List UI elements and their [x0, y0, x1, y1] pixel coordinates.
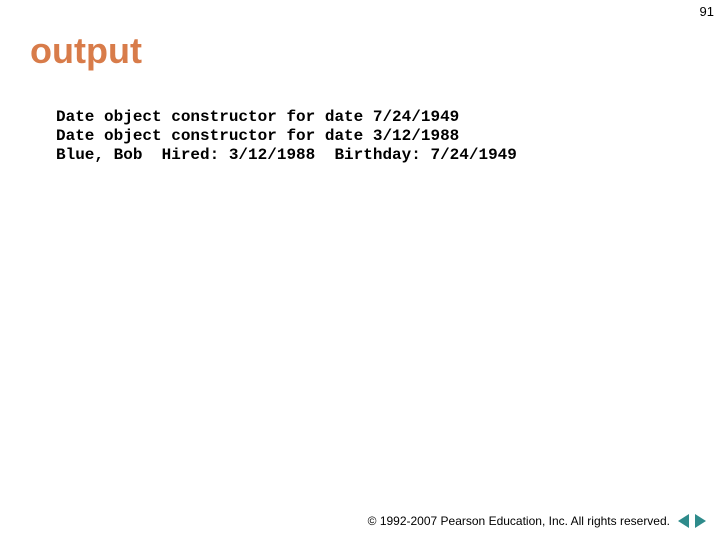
next-icon[interactable]: [695, 514, 706, 528]
code-line-3: Blue, Bob Hired: 3/12/1988 Birthday: 7/2…: [56, 146, 517, 164]
code-line-1: Date object constructor for date 7/24/19…: [56, 108, 459, 126]
nav-controls: [678, 514, 706, 528]
copyright-text: © 1992-2007 Pearson Education, Inc. All …: [368, 514, 670, 528]
output-text: Date object constructor for date 7/24/19…: [56, 108, 517, 165]
slide: 91 output Date object constructor for da…: [0, 0, 720, 540]
footer: © 1992-2007 Pearson Education, Inc. All …: [368, 514, 706, 528]
page-number: 91: [700, 4, 714, 19]
code-line-2: Date object constructor for date 3/12/19…: [56, 127, 459, 145]
slide-title: output: [30, 30, 142, 72]
prev-icon[interactable]: [678, 514, 689, 528]
